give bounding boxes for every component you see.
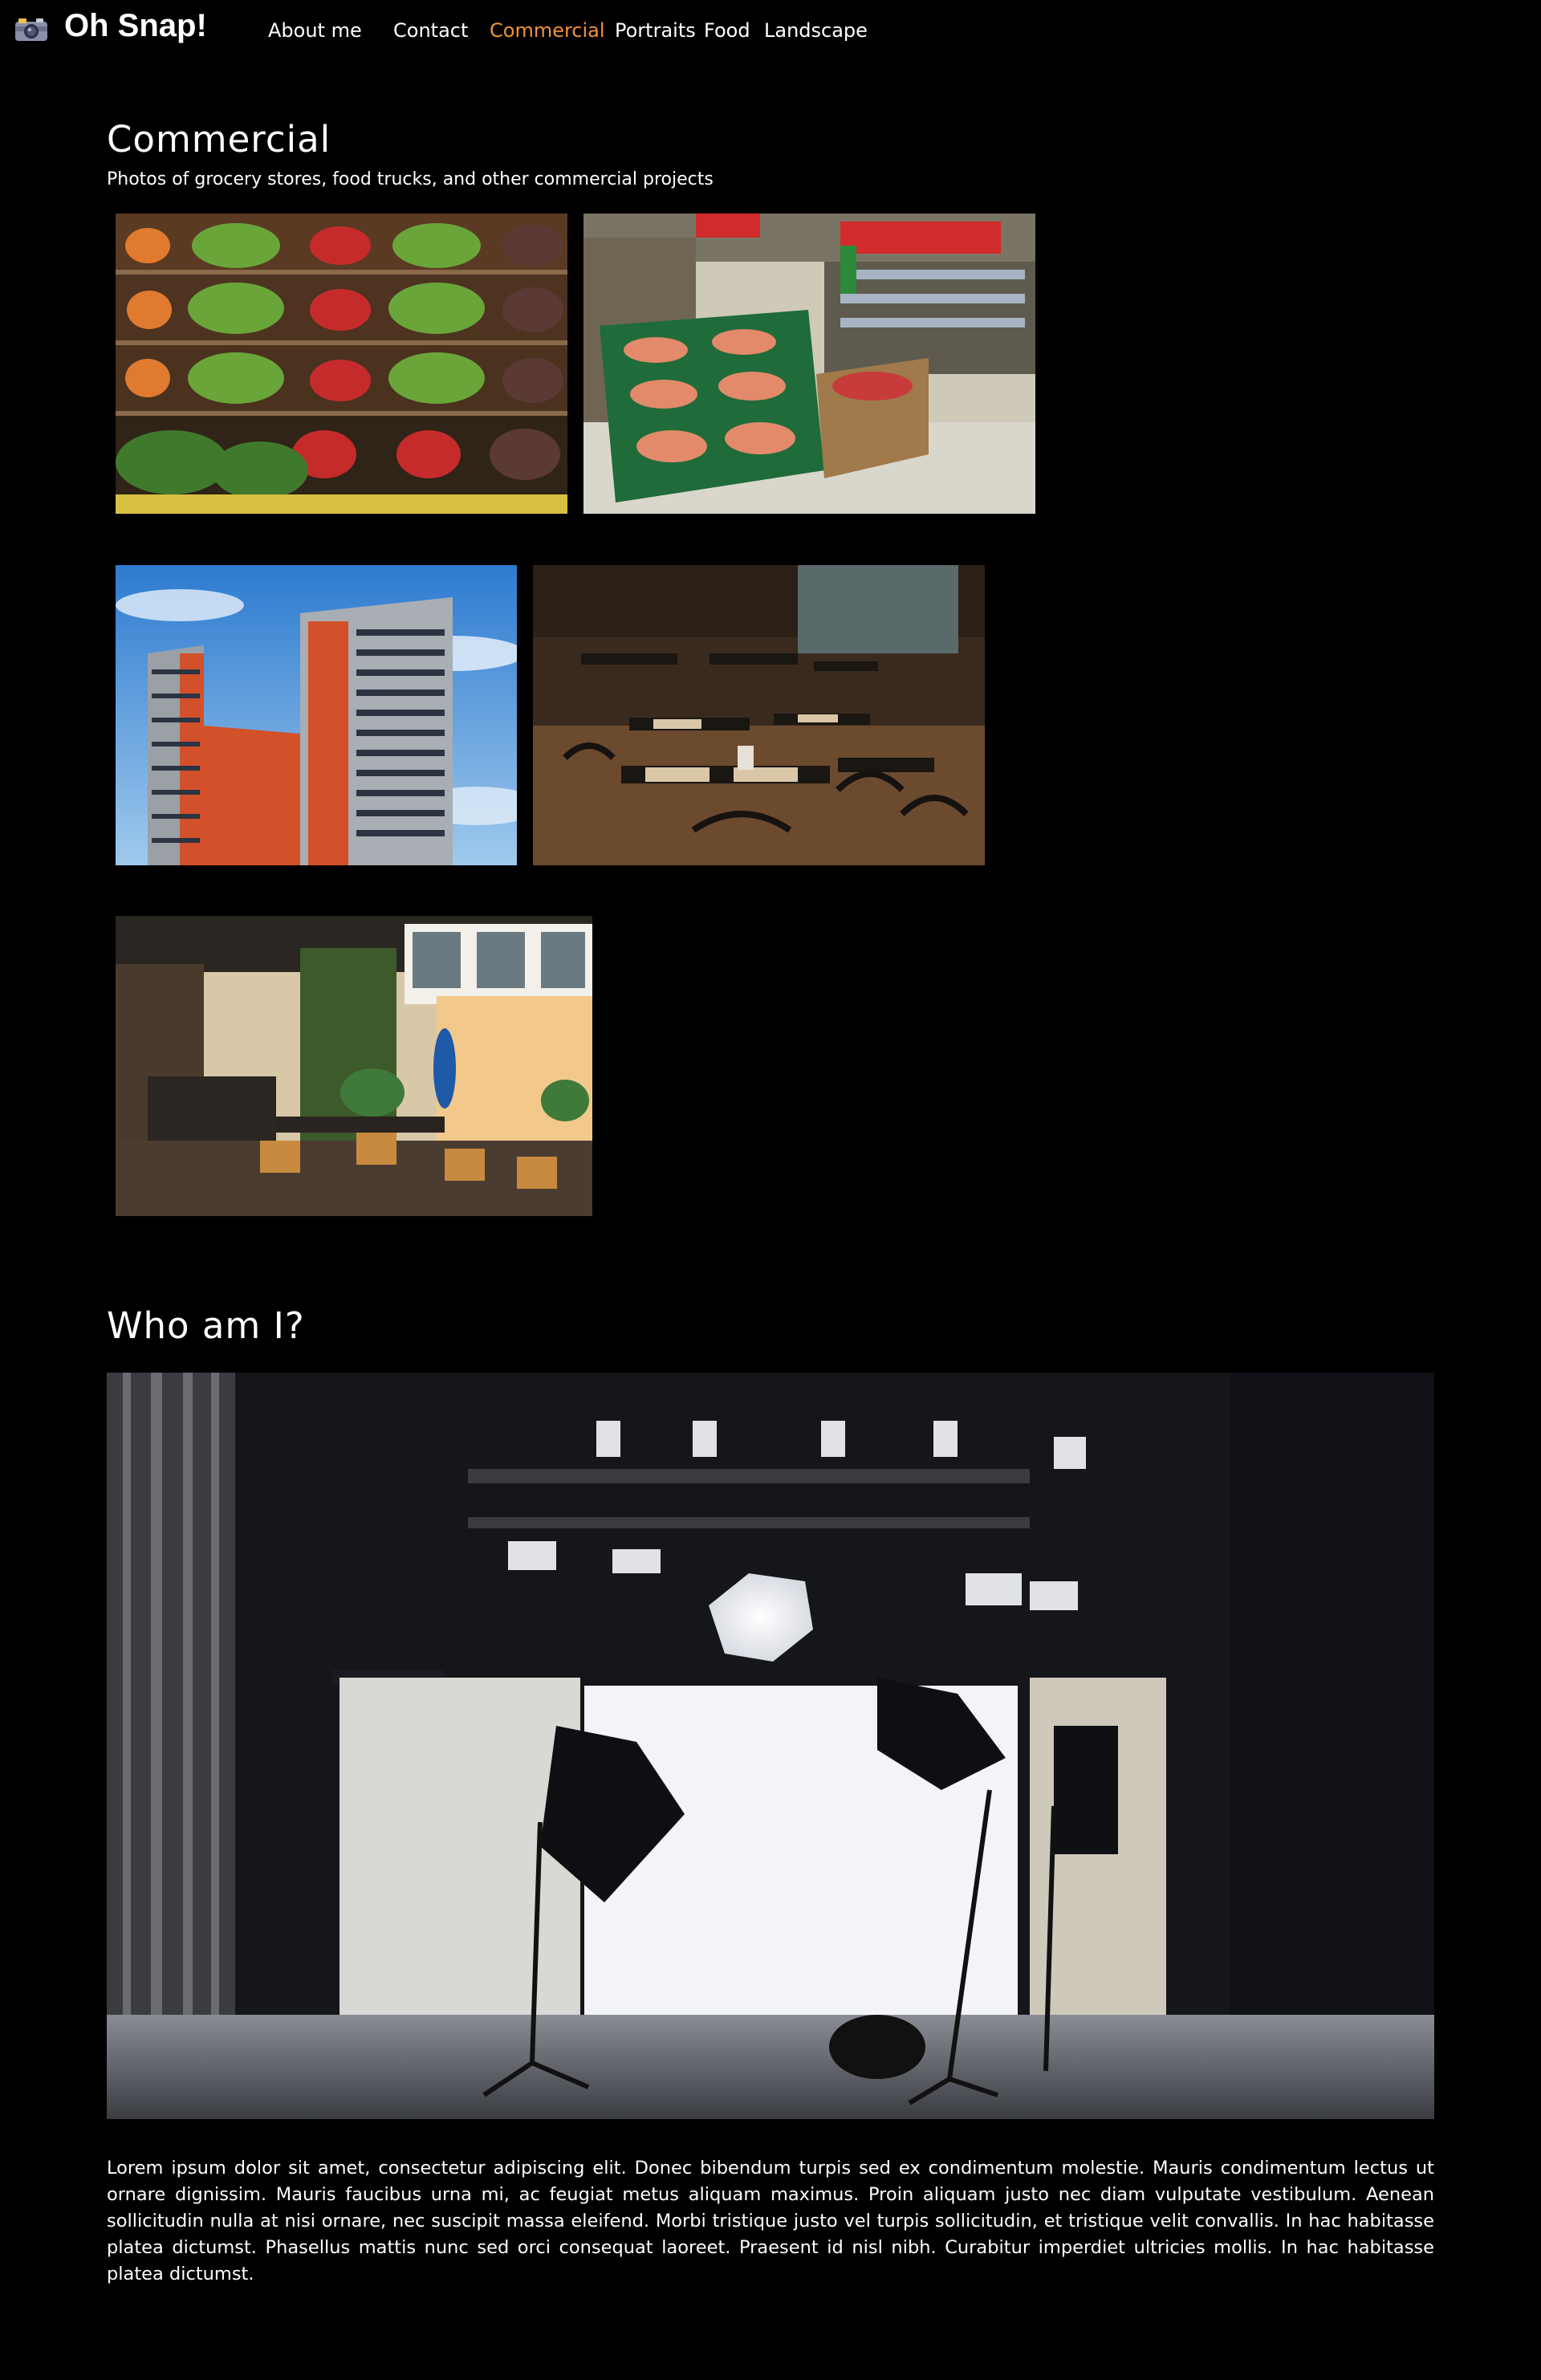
camera-icon xyxy=(14,16,48,42)
photo-restaurant-tables[interactable] xyxy=(533,565,985,865)
nav-link-portraits[interactable]: Portraits xyxy=(615,18,696,43)
nav-link-about-me[interactable]: About me xyxy=(268,18,362,43)
photo-cafe-interior[interactable] xyxy=(116,916,592,1216)
photo-supermarket-aisle[interactable] xyxy=(583,214,1035,514)
brand-title[interactable]: Oh Snap! xyxy=(64,5,207,47)
commercial-subtitle: Photos of grocery stores, food trucks, a… xyxy=(107,169,714,189)
photo-produce-shelves[interactable] xyxy=(116,214,567,514)
nav-link-landscape[interactable]: Landscape xyxy=(764,18,868,43)
photo-studio xyxy=(107,1373,1434,2119)
about-heading: Who am I? xyxy=(107,1304,305,1347)
nav-link-commercial[interactable]: Commercial xyxy=(490,18,605,43)
nav-link-contact[interactable]: Contact xyxy=(393,18,468,43)
commercial-heading: Commercial xyxy=(107,118,331,161)
nav-link-food[interactable]: Food xyxy=(704,18,750,43)
top-navigation: Oh Snap! About me Contact Commercial Por… xyxy=(0,0,1541,64)
photo-apartment-tower[interactable] xyxy=(116,565,517,865)
about-paragraph: Lorem ipsum dolor sit amet, consectetur … xyxy=(107,2158,1434,2284)
